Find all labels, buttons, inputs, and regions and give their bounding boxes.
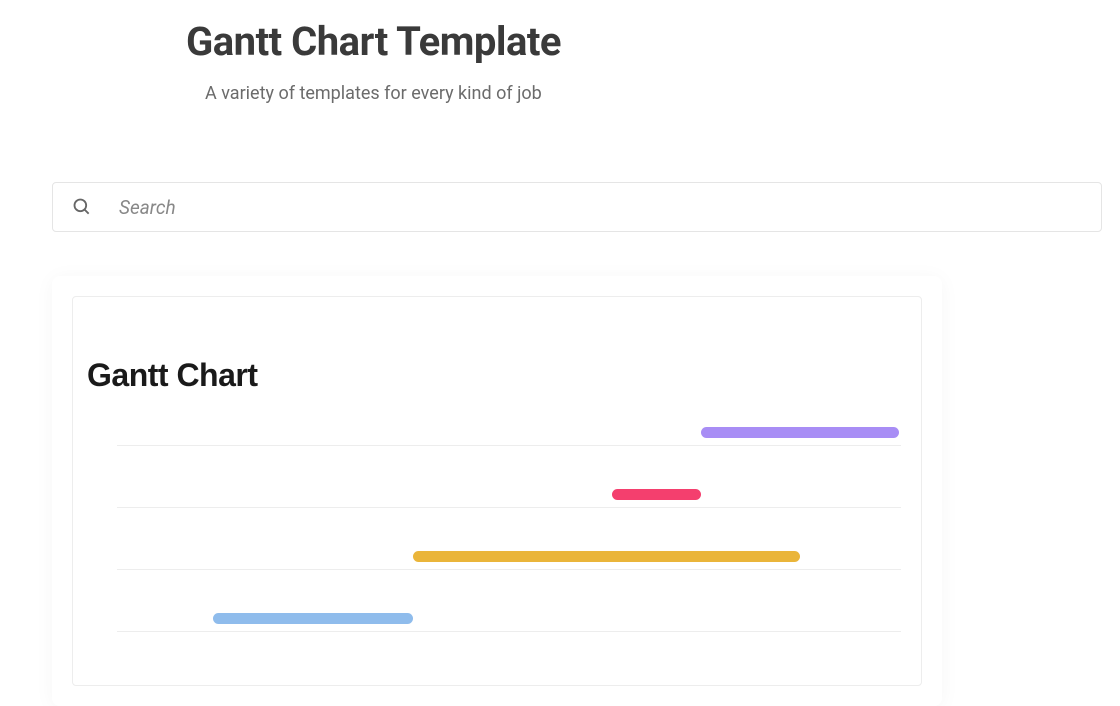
page-title: Gantt Chart Template bbox=[186, 18, 1120, 65]
template-card[interactable]: Gantt Chart bbox=[52, 276, 942, 706]
gantt-bar-task-4 bbox=[213, 613, 414, 624]
page-header: Gantt Chart Template A variety of templa… bbox=[0, 0, 1120, 104]
gantt-row bbox=[117, 556, 901, 570]
gantt-row bbox=[117, 432, 901, 446]
search-bar[interactable] bbox=[52, 182, 1102, 232]
page-subtitle: A variety of templates for every kind of… bbox=[205, 83, 1120, 104]
gantt-bar-task-2 bbox=[612, 489, 701, 500]
gantt-bar-task-1 bbox=[701, 427, 899, 438]
search-icon bbox=[71, 196, 93, 218]
gantt-bar-task-3 bbox=[413, 551, 800, 562]
gantt-preview: Gantt Chart bbox=[72, 296, 922, 686]
gantt-row bbox=[117, 618, 901, 632]
search-input[interactable] bbox=[119, 196, 1083, 219]
gantt-row bbox=[117, 494, 901, 508]
gantt-chart-title: Gantt Chart bbox=[87, 357, 901, 394]
